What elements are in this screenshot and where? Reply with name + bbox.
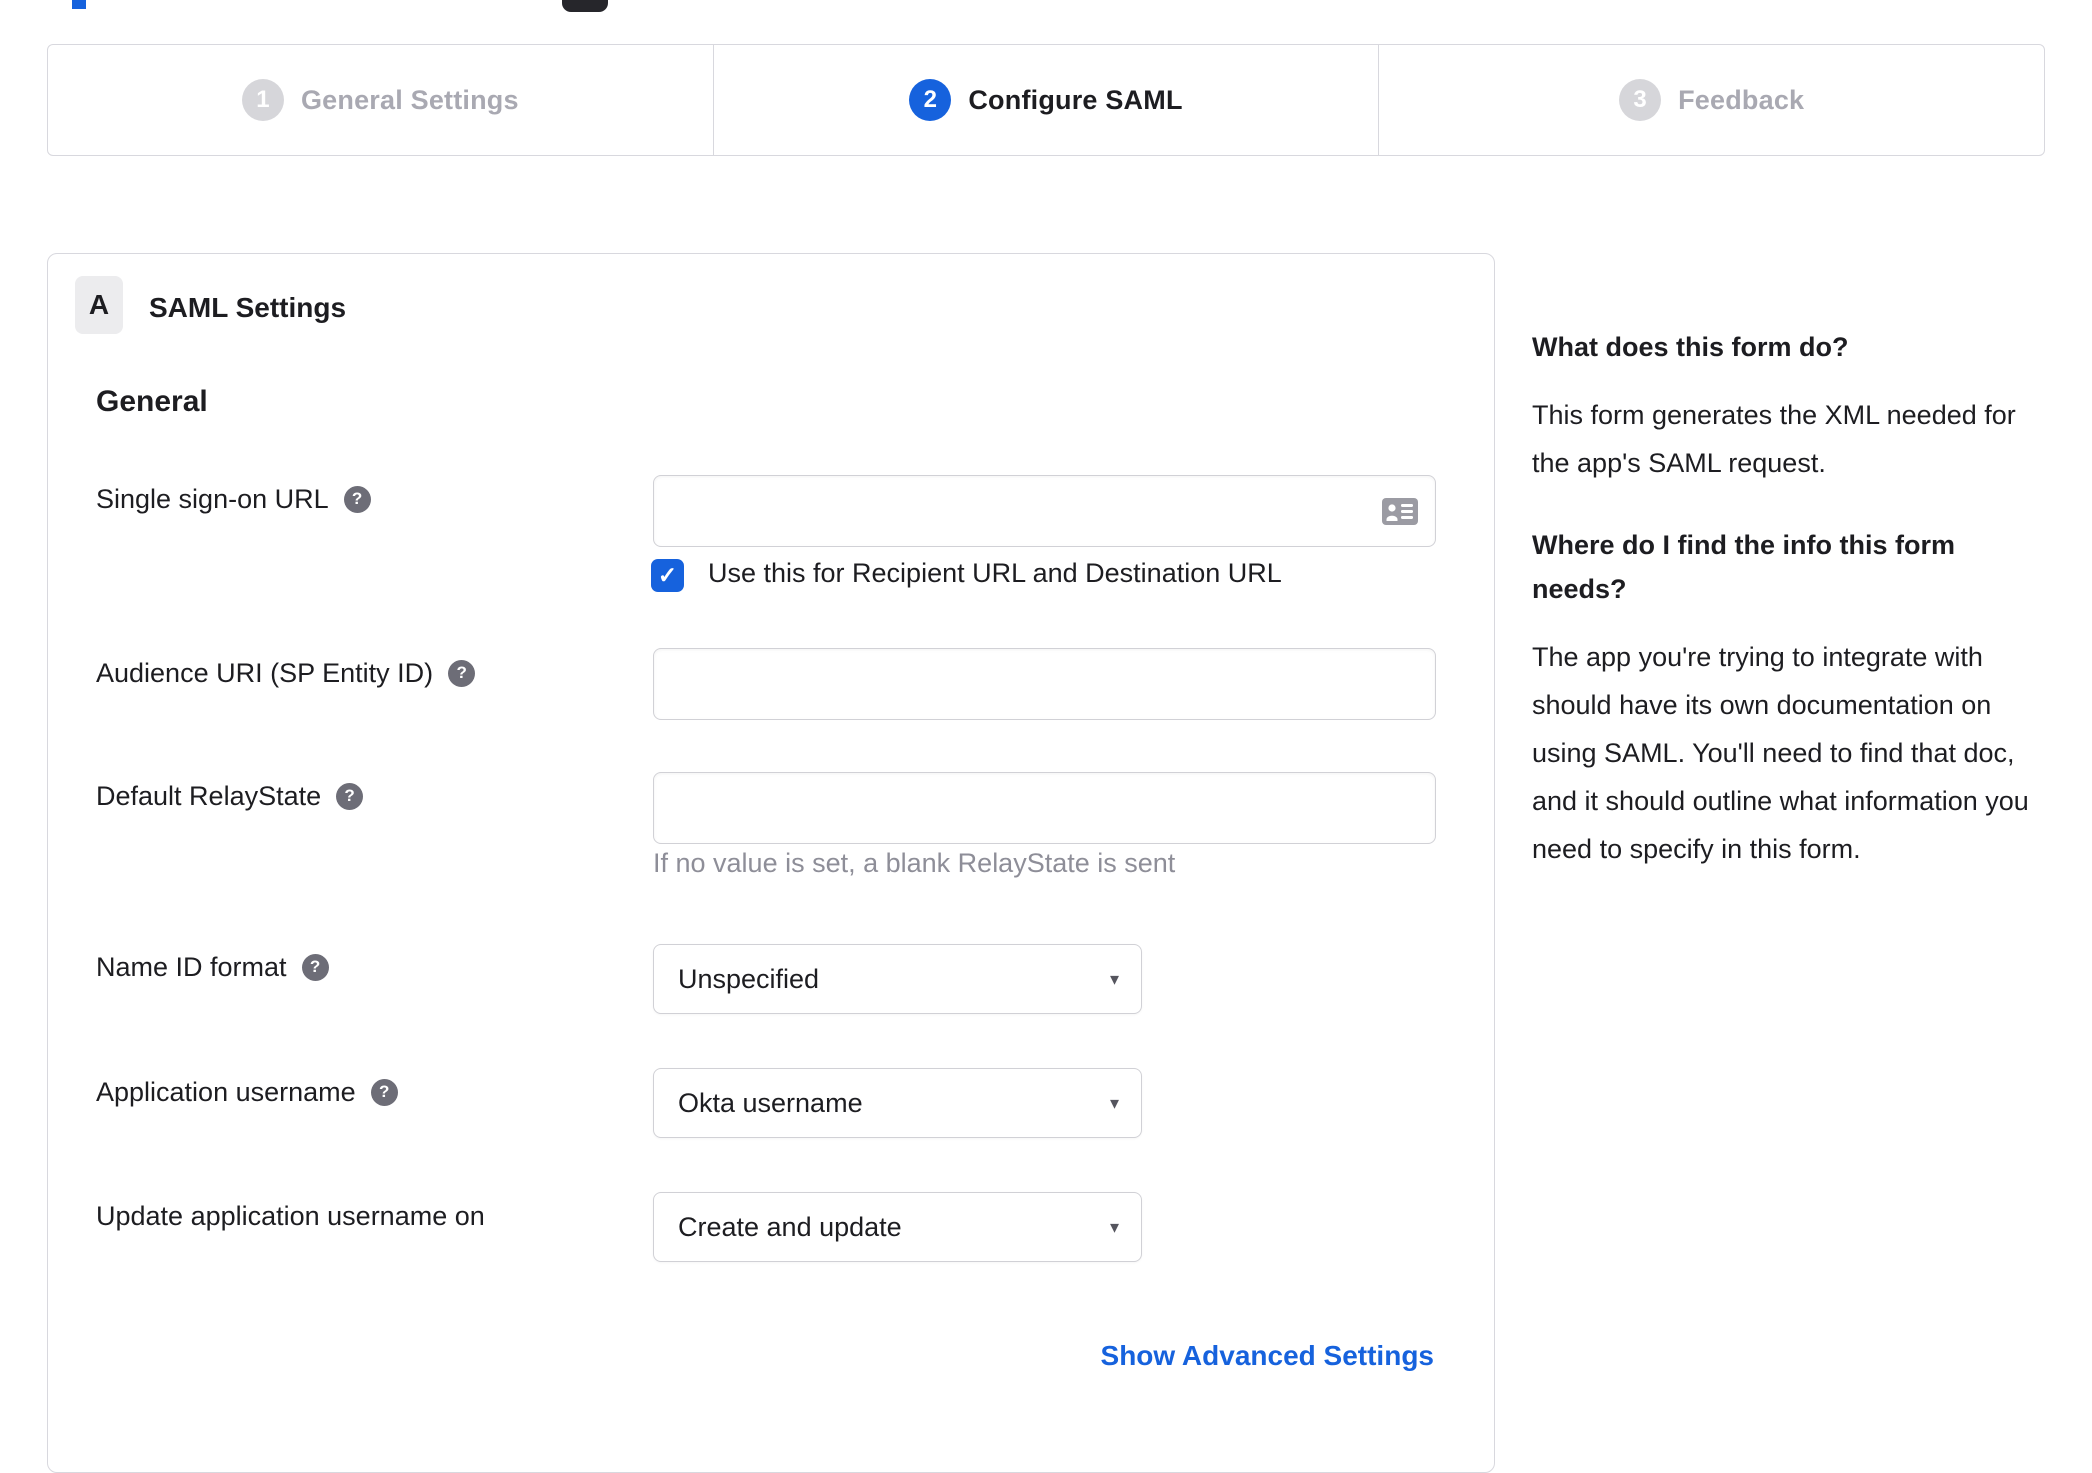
default-relaystate-input[interactable] [653,772,1436,844]
step-label: General Settings [300,84,519,115]
default-relaystate-field-wrap [653,772,1436,844]
show-advanced-settings-link[interactable]: Show Advanced Settings [1101,1340,1434,1372]
update-username-on-label: Update application username on [96,1199,485,1233]
wizard-stepper: 1 General Settings 2 Configure SAML 3 Fe… [47,44,2045,156]
field-label-text: Single sign-on URL [96,484,329,514]
application-username-label: Application username ? [96,1075,398,1109]
help-heading-what: What does this form do? [1532,332,1849,362]
help-icon[interactable]: ? [370,1078,398,1106]
chevron-down-icon: ▾ [1109,1216,1119,1237]
help-icon[interactable]: ? [336,782,364,810]
chevron-down-icon: ▾ [1109,968,1119,989]
help-icon[interactable]: ? [448,659,476,687]
recipient-url-checkbox[interactable]: ✓ [651,559,684,592]
step-feedback[interactable]: 3 Feedback [1378,45,2044,155]
field-label-text: Update application username on [96,1201,485,1231]
single-sign-on-url-input[interactable] [653,475,1436,547]
help-sidebar: What does this form do? This form genera… [1532,325,2050,909]
step-number-badge: 3 [1619,79,1662,121]
help-body-where: The app you're trying to integrate with … [1532,642,2029,864]
field-label-text: Name ID format [96,952,287,982]
recipient-url-checkbox-label[interactable]: Use this for Recipient URL and Destinati… [708,558,1282,589]
check-icon: ✓ [657,562,678,588]
step-general-settings[interactable]: 1 General Settings [48,45,713,155]
help-icon[interactable]: ? [301,953,329,981]
header-control-fragment [562,0,608,12]
audience-uri-label: Audience URI (SP Entity ID) ? [96,656,476,690]
default-relaystate-label: Default RelayState ? [96,779,364,813]
select-value: Create and update [678,1211,902,1242]
chevron-down-icon: ▾ [1109,1092,1119,1113]
step-label: Configure SAML [968,84,1183,115]
okta-logo-fragment [72,0,86,9]
field-label-text: Default RelayState [96,781,322,811]
single-sign-on-url-label: Single sign-on URL ? [96,482,371,516]
step-configure-saml[interactable]: 2 Configure SAML [712,45,1379,155]
help-icon[interactable]: ? [343,485,371,513]
general-section-heading: General [96,385,208,418]
field-label-text: Audience URI (SP Entity ID) [96,658,434,688]
help-heading-where: Where do I find the info this form needs… [1532,530,1955,604]
application-username-select[interactable]: Okta username ▾ [653,1068,1142,1138]
section-a-badge: A [75,276,123,334]
saml-settings-panel: A SAML Settings General Single sign-on U… [47,253,1495,1473]
audience-uri-input[interactable] [653,648,1436,720]
update-username-on-select[interactable]: Create and update ▾ [653,1192,1142,1262]
step-number-badge: 2 [909,79,952,121]
name-id-format-label: Name ID format ? [96,950,329,984]
panel-title: SAML Settings [149,292,347,323]
audience-uri-field-wrap [653,648,1436,720]
field-label-text: Application username [96,1077,356,1107]
select-value: Okta username [678,1087,863,1118]
single-sign-on-url-field-wrap [653,475,1436,547]
select-value: Unspecified [678,963,820,994]
help-body-what: This form generates the XML needed for t… [1532,400,2016,478]
contact-card-icon[interactable] [1382,498,1418,525]
step-label: Feedback [1678,84,1805,115]
relaystate-hint: If no value is set, a blank RelayState i… [653,848,1176,878]
step-number-badge: 1 [241,79,284,121]
name-id-format-select[interactable]: Unspecified ▾ [653,944,1142,1014]
